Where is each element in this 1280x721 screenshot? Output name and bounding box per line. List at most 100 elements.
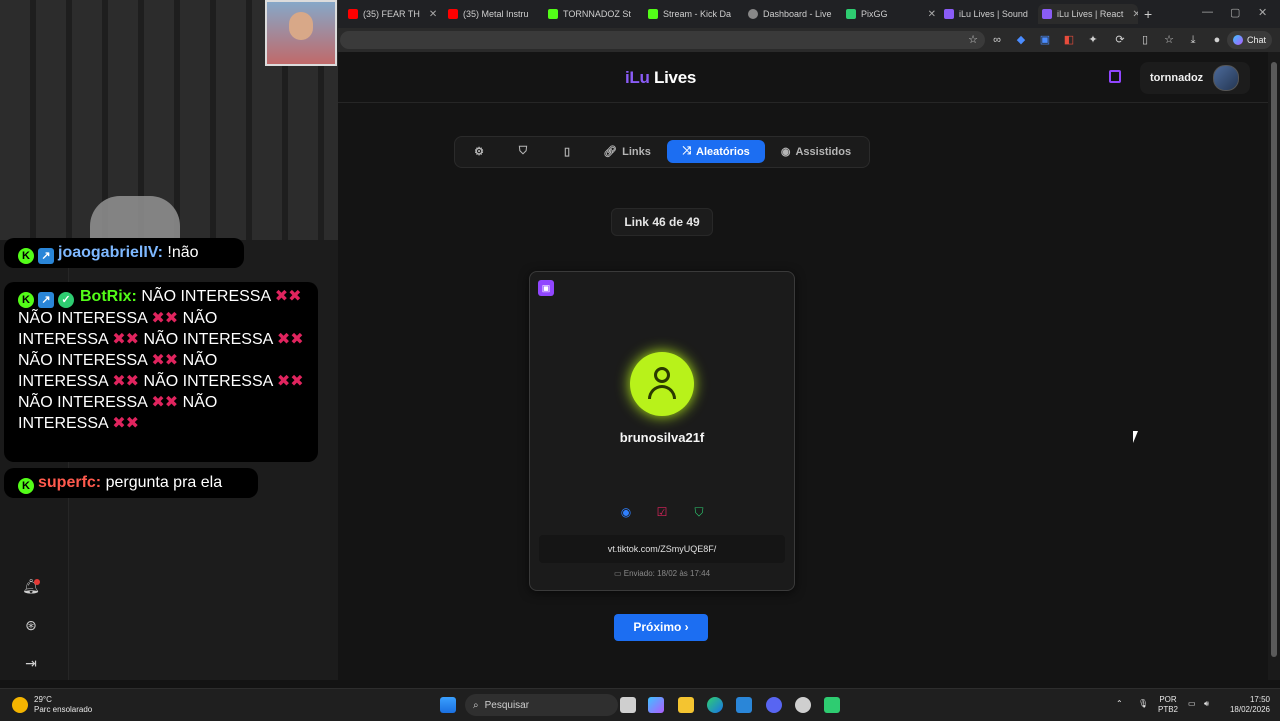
search-label: Pesquisar (485, 700, 529, 711)
shuffle-icon: ⤨ (682, 145, 691, 158)
ilu-icon (1042, 9, 1052, 19)
support-icon[interactable]: ⊛ (22, 616, 40, 634)
tab-label: (35) Metal Instru (463, 9, 529, 19)
maximize-icon[interactable]: ▢ (1230, 6, 1240, 19)
language-indicator[interactable]: PORPTB2 (1158, 695, 1178, 715)
bookmark-icon: ▯ (564, 145, 570, 158)
tab-label: Assistidos (795, 146, 851, 158)
webcam-object (90, 196, 180, 240)
ilu-lives-page: iLu Lives tornnadoz ⚙ ⛉ ▯ 🔗︎Links ⤨ Aleat… (338, 52, 1268, 680)
taskbar-search[interactable]: ⌕ Pesquisar (465, 694, 618, 716)
tab-saved[interactable]: ▯ (553, 140, 581, 163)
avatar (1213, 65, 1239, 91)
kick-badge-icon: K (18, 248, 34, 264)
link-icon: 🔗︎ (603, 145, 617, 158)
clock[interactable]: 17:5018/02/2026 (1224, 695, 1270, 715)
browser-tab[interactable]: Stream - Kick Da✕ (648, 4, 738, 24)
browser-tab[interactable]: TORNNADOZ St✕ (548, 4, 638, 24)
gear-icon: ⚙ (474, 145, 484, 158)
office-icon[interactable]: ◧ (1062, 33, 1076, 47)
new-tab-button[interactable]: + (1144, 4, 1158, 24)
browser-tab[interactable]: (35) Metal Instru✕ (448, 4, 538, 24)
eye-icon[interactable]: ◉ (619, 505, 633, 519)
chat-username: BotRix: (80, 288, 137, 305)
scrollbar[interactable] (1268, 52, 1280, 680)
app-icon[interactable] (824, 697, 840, 713)
shield-icon[interactable]: ⛉ (692, 505, 706, 519)
tab-label: iLu Lives | React (1057, 9, 1123, 19)
volume-icon[interactable]: 🔊︎ (1204, 699, 1209, 709)
tab-aleatorios[interactable]: ⤨ Aleatórios (667, 140, 765, 163)
url-field[interactable] (340, 31, 985, 49)
photos-icon[interactable] (736, 697, 752, 713)
chat-text: NÃO INTERESSA ✖✖ NÃO INTERESSA ✖✖ NÃO IN… (18, 288, 304, 432)
mic-icon[interactable]: 🎙︎ (1138, 699, 1148, 709)
edge-icon[interactable] (707, 697, 723, 713)
browser-tabbar: (35) FEAR TH✕ (35) Metal Instru✕ TORNNAD… (338, 0, 1280, 28)
tray-chevron-icon[interactable]: ⌃ (1116, 699, 1123, 709)
tab-moderation[interactable]: ⛉ (509, 140, 537, 163)
link-counter: Link 46 de 49 (611, 208, 713, 236)
browser-tab-active[interactable]: iLu Lives | React ✕ (1038, 4, 1138, 24)
check-icon[interactable]: ☑ (655, 505, 669, 519)
user-menu[interactable]: tornnadoz (1140, 62, 1250, 94)
browser-tab[interactable]: (35) FEAR TH✕ (348, 4, 438, 24)
favorites-icon[interactable]: ☆ (1162, 33, 1176, 47)
browser-tab[interactable]: Dashboard - Live✕ (748, 4, 838, 24)
chrome-icon[interactable] (795, 697, 811, 713)
link-card: ▣ brunosilva21f ◉ ☑ ⛉ vt.tiktok.com/ZSmy… (529, 271, 795, 591)
windows-start-icon[interactable] (440, 697, 456, 713)
browser-tab[interactable]: iLu Lives | Sound✕ (944, 4, 1034, 24)
close-icon[interactable]: ✕ (1132, 9, 1138, 20)
folder-icon[interactable] (678, 697, 694, 713)
kick-icon (548, 9, 558, 19)
logo-ilu: iLu (625, 68, 650, 87)
search-icon: ⌕ (473, 700, 479, 711)
discord-icon[interactable] (766, 697, 782, 713)
boost-badge-icon: ↗ (38, 292, 54, 308)
profile-icon[interactable]: ● (1210, 33, 1224, 47)
tab-label: Stream - Kick Da (663, 9, 731, 19)
split-icon[interactable]: ▯ (1138, 33, 1152, 47)
weather-widget[interactable]: 29°CParc ensolarado (12, 695, 92, 715)
kick-badge-icon: K (18, 292, 34, 308)
taskview-icon[interactable] (620, 697, 636, 713)
copilot-chat-button[interactable]: Chat (1227, 31, 1272, 49)
browser-tab[interactable]: PixGG ✕ (846, 4, 936, 24)
ilu-icon (944, 9, 954, 19)
extension-icon[interactable]: ∞ (990, 33, 1004, 47)
download-icon[interactable]: ⤓ (1186, 33, 1200, 47)
eye-icon: ◉ (781, 145, 791, 158)
tab-label: iLu Lives | Sound (959, 9, 1028, 19)
tab-label: PixGG (861, 9, 919, 19)
puzzle-icon[interactable]: ✦ (1086, 33, 1100, 47)
card-link[interactable]: vt.tiktok.com/ZSmyUQE8F/ (539, 535, 785, 563)
tab-settings[interactable]: ⚙ (465, 140, 493, 163)
tab-links[interactable]: 🔗︎Links (599, 140, 655, 163)
logo-lives: Lives (654, 68, 696, 87)
site-header: iLu Lives tornnadoz (338, 52, 1268, 103)
close-icon[interactable]: ✕ (429, 9, 437, 20)
address-bar-row: ☆ ∞ ◆ ▣ ◧ ✦ ⟳ ▯ ☆ ⤓ ● ⋯ Chat (338, 28, 1280, 52)
minimize-icon[interactable]: — (1202, 6, 1213, 18)
sync-icon[interactable]: ⟳ (1113, 33, 1127, 47)
weather-desc: Parc ensolarado (34, 705, 92, 714)
tab-label: Aleatórios (696, 146, 750, 158)
star-icon[interactable]: ☆ (966, 33, 980, 47)
site-logo[interactable]: iLu Lives (625, 68, 696, 88)
translate-icon[interactable]: ▣ (1038, 33, 1052, 47)
nav-tabs: ⚙ ⛉ ▯ 🔗︎Links ⤨ Aleatórios ◉ Assistidos (454, 136, 870, 168)
network-icon[interactable]: ▭ (1188, 699, 1196, 709)
twitch-icon[interactable] (1109, 70, 1121, 83)
tab-assistidos[interactable]: ◉ Assistidos (773, 140, 859, 163)
chat-label: Chat (1247, 35, 1266, 45)
youtube-icon (448, 9, 458, 19)
copilot-icon[interactable] (648, 697, 664, 713)
scrollbar-thumb[interactable] (1271, 62, 1277, 657)
window-close-icon[interactable]: ✕ (1258, 6, 1267, 19)
logout-icon[interactable]: ⇥ (22, 654, 40, 672)
shield-icon[interactable]: ◆ (1014, 33, 1028, 47)
close-icon[interactable]: ✕ (928, 9, 936, 20)
calendar-icon: ▭ (614, 569, 624, 578)
next-button[interactable]: Próximo › (614, 614, 708, 641)
